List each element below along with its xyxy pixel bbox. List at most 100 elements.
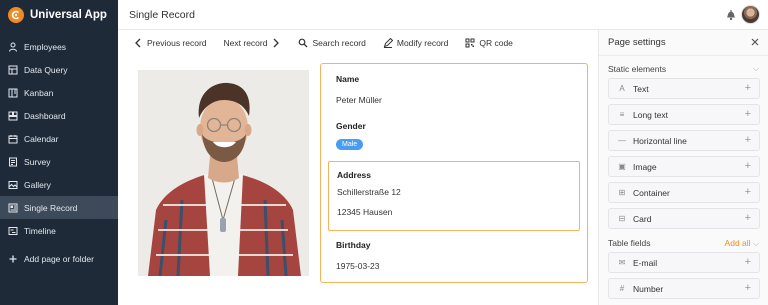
horizontal-line-icon: — [618,136,626,145]
page-settings-panel: Page settings Static elements ⌵ A Text +… [598,30,768,305]
add-all-button[interactable]: Add all [725,238,751,248]
modify-record-label: Modify record [396,38,449,48]
employee-photo [138,70,309,276]
qr-code-label: QR code [479,38,513,48]
chevron-right-icon [271,38,281,48]
chevron-left-icon [133,38,143,48]
sidebar-item-calendar[interactable]: Calendar [0,127,118,150]
number-icon: # [619,284,625,293]
card-icon: ⊟ [618,214,626,223]
address-field[interactable]: Address Schillerstraße 12 12345 Hausen [328,161,580,231]
calendar-icon [8,134,18,144]
chevron-down-icon[interactable]: ⌵ [753,239,759,248]
sidebar-item-data-query[interactable]: Data Query [0,58,118,81]
plus-icon[interactable]: + [745,256,751,268]
chevron-down-icon: ⌵ [752,64,759,73]
person-icon [8,42,18,52]
modify-record-button[interactable]: Modify record [383,38,449,48]
birthday-field: Birthday 1975-03-23 [336,240,379,271]
add-page-label: Add page or folder [24,253,94,264]
timeline-icon [8,226,18,236]
table-fields-label: Table fields [608,238,651,248]
element-label: Long text [633,109,668,120]
address-label: Address [337,170,372,180]
sidebar-item-timeline[interactable]: Timeline [0,219,118,242]
qr-code-icon [465,38,475,48]
sidebar-item-survey[interactable]: Survey [0,150,118,173]
record-card[interactable]: Name Peter Müller Gender Male Address Sc… [320,63,588,283]
plus-icon[interactable]: + [745,212,751,224]
element-label: E-mail [633,257,658,268]
sidebar-item-label: Kanban [24,87,54,98]
search-icon [298,38,308,48]
close-icon[interactable] [750,37,760,47]
element-label: Number [633,283,664,294]
gender-field: Gender Male [336,121,366,150]
app-title: Universal App [30,9,107,21]
element-label: Image [633,161,657,172]
text-icon: A [619,84,625,93]
element-label: Container [633,187,670,198]
name-value: Peter Müller [336,95,382,105]
address-line2: 12345 Hausen [337,207,393,217]
plus-icon[interactable]: + [745,108,751,120]
sidebar-item-label: Calendar [24,133,59,144]
next-record-button[interactable]: Next record [224,38,282,48]
sidebar-item-label: Employees [24,41,67,52]
add-page-button[interactable]: Add page or folder [0,247,118,270]
sidebar-item-employees[interactable]: Employees [0,35,118,58]
record-toolbar: Previous record Next record Search recor… [118,30,598,56]
plus-icon[interactable]: + [745,282,751,294]
sidebar-item-kanban[interactable]: Kanban [0,81,118,104]
element-long-text[interactable]: ≡ Long text + [608,104,760,125]
birthday-value: 1975-03-23 [336,261,380,271]
avatar[interactable] [741,5,760,24]
plus-icon[interactable]: + [745,134,751,146]
sidebar-item-single-record[interactable]: Single Record [0,196,118,219]
sidebar-item-label: Timeline [24,225,56,236]
sidebar-item-label: Survey [24,156,51,167]
top-header: Single Record [118,0,768,30]
container-icon: ⊞ [618,188,626,197]
gender-badge: Male [336,139,364,150]
plus-icon[interactable]: + [745,186,751,198]
table-fields-header: Table fields Add all ⌵ [599,234,768,252]
qr-code-button[interactable]: QR code [465,38,513,48]
sidebar-item-label: Single Record [24,202,78,213]
next-record-label: Next record [223,38,268,48]
email-icon: ✉ [618,258,626,267]
static-elements-header[interactable]: Static elements ⌵ [599,60,768,78]
plus-icon [8,254,18,264]
image-icon: ▣ [618,162,626,171]
element-card[interactable]: ⊟ Card + [608,208,760,229]
field-number[interactable]: # Number + [608,278,760,299]
element-container[interactable]: ⊞ Container + [608,182,760,203]
sidebar-item-gallery[interactable]: Gallery [0,173,118,196]
name-label: Name [336,74,360,84]
single-record-icon [8,203,18,213]
panel-title: Page settings [608,37,666,48]
sidebar-item-label: Dashboard [24,110,66,121]
app-brand[interactable]: Universal App [0,0,118,30]
app-logo-icon [8,7,24,23]
gallery-icon [8,180,18,190]
search-record-button[interactable]: Search record [298,38,366,48]
sidebar-nav: Employees Data Query Kanban Dashboard Ca… [0,35,118,270]
plus-icon[interactable]: + [745,82,751,94]
bell-icon[interactable] [725,8,737,21]
element-horizontal-line[interactable]: — Horizontal line + [608,130,760,151]
birthday-label: Birthday [336,240,371,250]
previous-record-label: Previous record [147,38,207,48]
element-text[interactable]: A Text + [608,78,760,99]
page-title: Single Record [129,8,195,21]
element-label: Horizontal line [633,135,687,146]
element-image[interactable]: ▣ Image + [608,156,760,177]
sidebar-item-dashboard[interactable]: Dashboard [0,104,118,127]
previous-record-button[interactable]: Previous record [133,38,207,48]
element-label: Text [633,83,649,94]
address-line1: Schillerstraße 12 [337,187,401,197]
field-email[interactable]: ✉ E-mail + [608,252,760,273]
sidebar-item-label: Data Query [24,64,68,75]
static-elements-label: Static elements [608,64,667,74]
plus-icon[interactable]: + [745,160,751,172]
